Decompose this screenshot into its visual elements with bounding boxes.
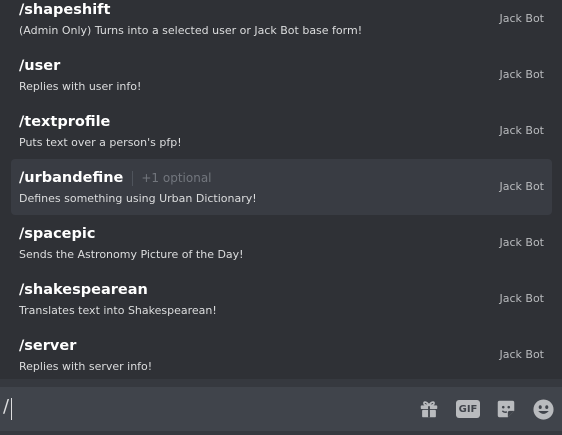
command-option-urbandefine[interactable]: /urbandefine +1 optional Defines something… (11, 159, 552, 215)
message-input-box[interactable]: / GIF (0, 387, 562, 431)
command-option-textprofile[interactable]: /textprofile Puts text over a person's pf… (11, 103, 552, 159)
command-name: /spacepic (19, 226, 96, 242)
command-header: /shapeshift (19, 0, 110, 20)
message-input[interactable]: / (3, 396, 9, 417)
sticker-icon (497, 400, 515, 418)
gif-label: GIF (456, 400, 480, 418)
command-header: /user (19, 56, 60, 76)
command-source-app: Jack Bot (499, 12, 545, 25)
command-header: /spacepic (19, 224, 95, 244)
command-header: /server (19, 336, 76, 356)
command-description: Sends the Astronomy Picture of the Day! (19, 248, 244, 261)
command-source-app: Jack Bot (499, 180, 545, 193)
gif-button[interactable]: GIF (456, 397, 480, 421)
emoji-icon (532, 398, 554, 420)
sticker-button[interactable] (494, 397, 518, 421)
command-option-shakespearean[interactable]: /shakespearean Translates text into Shake… (11, 271, 552, 327)
message-input-area: / GIF (0, 379, 562, 435)
command-option-user[interactable]: /user Replies with user info! Jack Bot (11, 47, 552, 103)
gift-button[interactable] (417, 397, 441, 421)
command-source-app: Jack Bot (499, 292, 545, 305)
command-name: /shakespearean (19, 282, 148, 298)
command-name: /textprofile (19, 114, 111, 130)
command-name: /server (19, 338, 77, 354)
command-name: /shapeshift (19, 2, 111, 18)
command-option-server[interactable]: /server Replies with server info! Jack Bot (11, 327, 552, 379)
command-option-shapeshift[interactable]: /shapeshift (Admin Only) Turns into a sel… (11, 0, 552, 47)
emoji-button[interactable] (531, 397, 555, 421)
command-header: /shakespearean (19, 280, 148, 300)
command-description: Translates text into Shakespearean! (19, 304, 217, 317)
command-autocomplete-popup: /shapeshift (Admin Only) Turns into a sel… (0, 0, 562, 379)
command-source-app: Jack Bot (499, 68, 545, 81)
command-list: /shapeshift (Admin Only) Turns into a sel… (0, 0, 562, 379)
command-name: /urbandefine (19, 170, 124, 186)
text-caret (11, 398, 12, 420)
command-name: /user (19, 58, 61, 74)
command-description: (Admin Only) Turns into a selected user … (19, 24, 363, 37)
divider (132, 170, 134, 186)
command-description: Puts text over a person's pfp! (19, 136, 182, 149)
command-source-app: Jack Bot (499, 236, 545, 249)
optional-params-count: +1 optional (141, 171, 212, 185)
command-header: /textprofile (19, 112, 110, 132)
command-description: Replies with server info! (19, 360, 153, 373)
command-description: Defines something using Urban Dictionary… (19, 192, 257, 205)
command-header: /urbandefine +1 optional (19, 168, 212, 188)
command-source-app: Jack Bot (499, 348, 545, 361)
gift-icon (420, 401, 438, 418)
command-option-spacepic[interactable]: /spacepic Sends the Astronomy Picture of … (11, 215, 552, 271)
command-description: Replies with user info! (19, 80, 142, 93)
command-source-app: Jack Bot (499, 124, 545, 137)
